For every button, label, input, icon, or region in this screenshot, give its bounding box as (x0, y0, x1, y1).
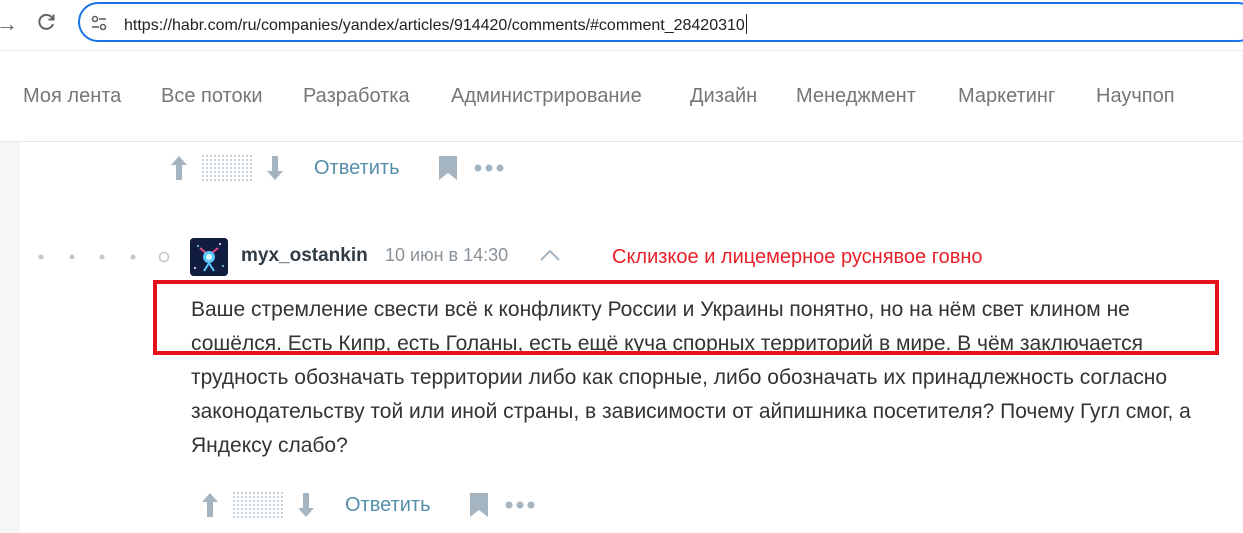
nav-item-design[interactable]: Дизайн (690, 85, 757, 108)
comment-actions: Ответить (199, 491, 535, 519)
arrow-down-icon[interactable] (264, 154, 286, 182)
comment-username[interactable]: myx_ostankin (241, 245, 368, 267)
annotation-highlight-box (153, 280, 1219, 355)
annotation-text: Склизкое и лицемерное руснявое говно (612, 246, 983, 268)
nav-item-my-feed[interactable]: Моя лента (23, 85, 121, 108)
comments-area: Ответить myx_ostankin 10 июн в 14:30 Скл… (0, 142, 1243, 533)
nav-item-development[interactable]: Разработка (303, 85, 410, 108)
nav-item-marketing[interactable]: Маркетинг (958, 85, 1055, 108)
score-hidden-icon (233, 492, 283, 518)
url-text[interactable]: https://habr.com/ru/companies/yandex/art… (124, 14, 747, 35)
nav-item-management[interactable]: Менеджмент (796, 85, 916, 108)
bookmark-icon[interactable] (438, 155, 458, 181)
more-icon[interactable] (474, 164, 504, 172)
reply-button[interactable]: Ответить (345, 494, 431, 517)
avatar[interactable] (190, 238, 228, 276)
browser-toolbar: → https://habr.com/ru/companies/yandex/a… (0, 0, 1243, 51)
avatar-image (190, 238, 228, 276)
site-info-icon[interactable] (90, 14, 108, 32)
text-caret (745, 14, 747, 34)
bookmark-icon[interactable] (469, 492, 489, 518)
forward-arrow-icon[interactable]: → (0, 11, 18, 37)
nav-item-administration[interactable]: Администрирование (451, 85, 642, 108)
score-hidden-icon (202, 155, 252, 181)
nav-item-popsci[interactable]: Научпоп (1096, 85, 1175, 108)
arrow-down-icon[interactable] (295, 491, 317, 519)
chevron-up-icon[interactable] (539, 248, 561, 262)
thread-depth-indicator (38, 251, 170, 263)
comment-timestamp[interactable]: 10 июн в 14:30 (385, 245, 508, 266)
more-icon[interactable] (505, 501, 535, 509)
reply-button[interactable]: Ответить (314, 157, 400, 180)
arrow-up-icon[interactable] (199, 491, 221, 519)
prev-comment-actions: Ответить (168, 154, 504, 182)
reload-icon[interactable] (34, 10, 58, 34)
nav-item-all-streams[interactable]: Все потоки (161, 85, 263, 108)
habr-nav: Моя лента Все потоки Разработка Админист… (0, 51, 1243, 142)
address-bar[interactable]: https://habr.com/ru/companies/yandex/art… (78, 2, 1243, 42)
arrow-up-icon[interactable] (168, 154, 190, 182)
left-gutter (0, 142, 20, 533)
